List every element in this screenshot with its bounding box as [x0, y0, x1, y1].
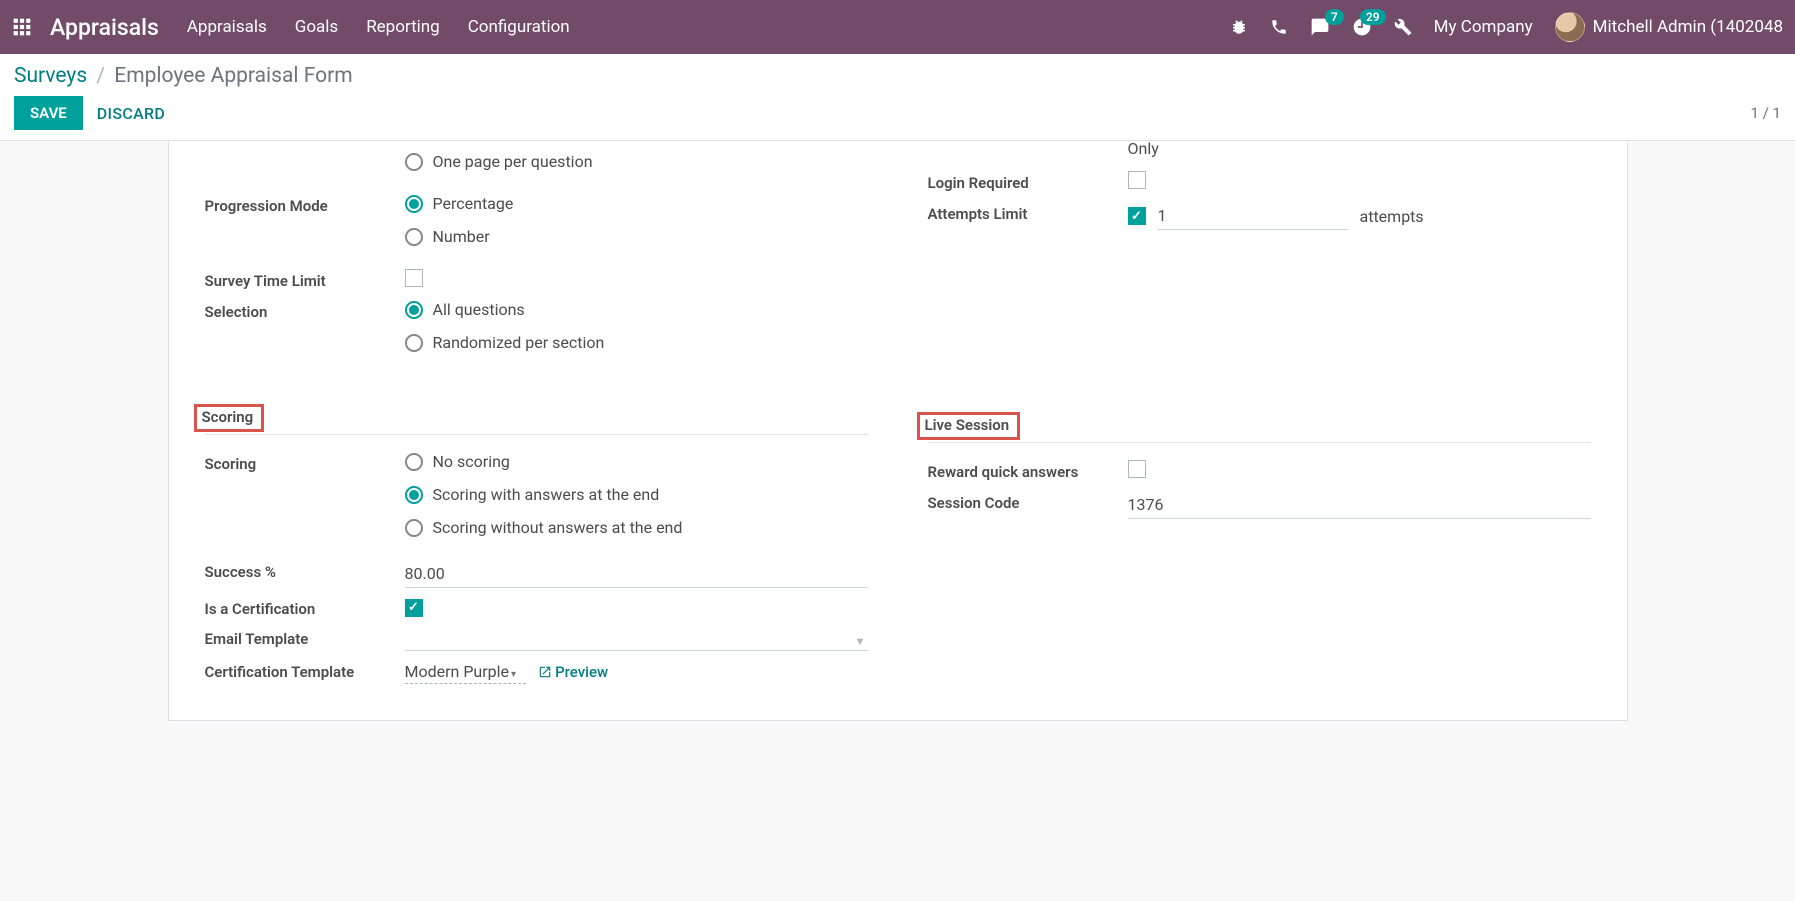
nav-right: 7 29 My Company Mitchell Admin (1402048	[1230, 12, 1783, 42]
attempts-input[interactable]	[1158, 202, 1348, 230]
cert-template-label: Certification Template	[205, 657, 405, 681]
radio-percentage[interactable]: Percentage	[405, 194, 868, 213]
time-limit-label: Survey Time Limit	[205, 266, 405, 290]
session-code-label: Session Code	[928, 488, 1128, 512]
control-panel: Surveys / Employee Appraisal Form SAVE D…	[0, 54, 1795, 141]
email-template-dropdown[interactable]: ▼	[405, 627, 868, 651]
company-switcher[interactable]: My Company	[1434, 17, 1533, 37]
user-name: Mitchell Admin (1402048	[1593, 17, 1783, 37]
preview-link[interactable]: Preview	[538, 663, 608, 681]
avatar	[1555, 12, 1585, 42]
session-code-input[interactable]	[1128, 491, 1591, 519]
nav-menu: Appraisals Goals Reporting Configuration	[187, 17, 570, 37]
sheet-bg: One page per question Progression Mode P…	[0, 141, 1795, 721]
radio-scoring-with-answers[interactable]: Scoring with answers at the end	[405, 485, 868, 504]
messages-icon[interactable]: 7	[1310, 17, 1330, 37]
selection-label: Selection	[205, 297, 405, 321]
breadcrumb-sep: /	[96, 64, 105, 88]
menu-reporting[interactable]: Reporting	[366, 17, 440, 37]
chevron-down-icon: ▾	[511, 669, 516, 680]
radio-scoring-without-answers[interactable]: Scoring without answers at the end	[405, 518, 868, 537]
success-input[interactable]	[405, 560, 868, 588]
attempts-limit-checkbox[interactable]	[1128, 207, 1146, 225]
radio-icon	[405, 334, 423, 352]
phone-icon[interactable]	[1270, 18, 1288, 36]
pager[interactable]: 1 / 1	[1751, 104, 1782, 122]
radio-icon	[405, 486, 423, 504]
radio-all-questions[interactable]: All questions	[405, 300, 868, 319]
radio-one-page-per-question[interactable]: One page per question	[405, 152, 868, 171]
radio-icon	[405, 453, 423, 471]
top-nav: Appraisals Appraisals Goals Reporting Co…	[0, 0, 1795, 54]
radio-icon	[405, 301, 423, 319]
reward-checkbox[interactable]	[1128, 460, 1146, 478]
radio-icon	[405, 228, 423, 246]
chevron-down-icon: ▼	[855, 635, 866, 648]
radio-icon	[405, 195, 423, 213]
menu-appraisals[interactable]: Appraisals	[187, 17, 267, 37]
radio-randomized[interactable]: Randomized per section	[405, 333, 868, 352]
live-session-highlight: Live Session	[917, 412, 1021, 440]
radio-icon	[405, 153, 423, 171]
external-link-icon	[538, 665, 552, 679]
live-session-header: Live Session	[928, 410, 1591, 443]
user-menu[interactable]: Mitchell Admin (1402048	[1555, 12, 1783, 42]
activity-icon[interactable]: 29	[1352, 17, 1372, 37]
right-column: Only Login Required Attempts Limit attem…	[928, 141, 1591, 690]
success-label: Success %	[205, 557, 405, 581]
bug-icon[interactable]	[1230, 18, 1248, 36]
apps-icon[interactable]	[12, 17, 32, 37]
breadcrumb: Surveys / Employee Appraisal Form	[14, 64, 1781, 88]
radio-icon	[405, 519, 423, 537]
attempts-suffix: attempts	[1360, 207, 1424, 226]
login-required-label: Login Required	[928, 168, 1128, 192]
form-sheet: One page per question Progression Mode P…	[168, 141, 1628, 721]
app-title[interactable]: Appraisals	[50, 14, 159, 41]
radio-no-scoring[interactable]: No scoring	[405, 452, 868, 471]
breadcrumb-current: Employee Appraisal Form	[114, 64, 352, 88]
menu-configuration[interactable]: Configuration	[468, 17, 570, 37]
save-button[interactable]: SAVE	[14, 96, 83, 130]
is-cert-checkbox[interactable]	[405, 599, 423, 617]
radio-number[interactable]: Number	[405, 227, 868, 246]
email-template-label: Email Template	[205, 624, 405, 648]
scoring-label: Scoring	[205, 449, 405, 473]
scoring-highlight: Scoring	[194, 404, 265, 432]
login-required-checkbox[interactable]	[1128, 171, 1146, 189]
breadcrumb-parent[interactable]: Surveys	[14, 64, 87, 88]
is-cert-label: Is a Certification	[205, 594, 405, 618]
tools-icon[interactable]	[1394, 18, 1412, 36]
truncated-only: Only	[1128, 139, 1591, 158]
time-limit-checkbox[interactable]	[405, 269, 423, 287]
progression-mode-label: Progression Mode	[205, 191, 405, 215]
activity-badge: 29	[1360, 9, 1386, 25]
cert-template-select[interactable]: Modern Purple▾	[405, 660, 527, 684]
attempts-limit-label: Attempts Limit	[928, 199, 1128, 223]
discard-button[interactable]: DISCARD	[97, 104, 165, 123]
messages-badge: 7	[1325, 9, 1344, 25]
scoring-section-header: Scoring	[205, 402, 868, 435]
left-column: One page per question Progression Mode P…	[205, 141, 868, 690]
reward-label: Reward quick answers	[928, 457, 1128, 481]
menu-goals[interactable]: Goals	[295, 17, 338, 37]
